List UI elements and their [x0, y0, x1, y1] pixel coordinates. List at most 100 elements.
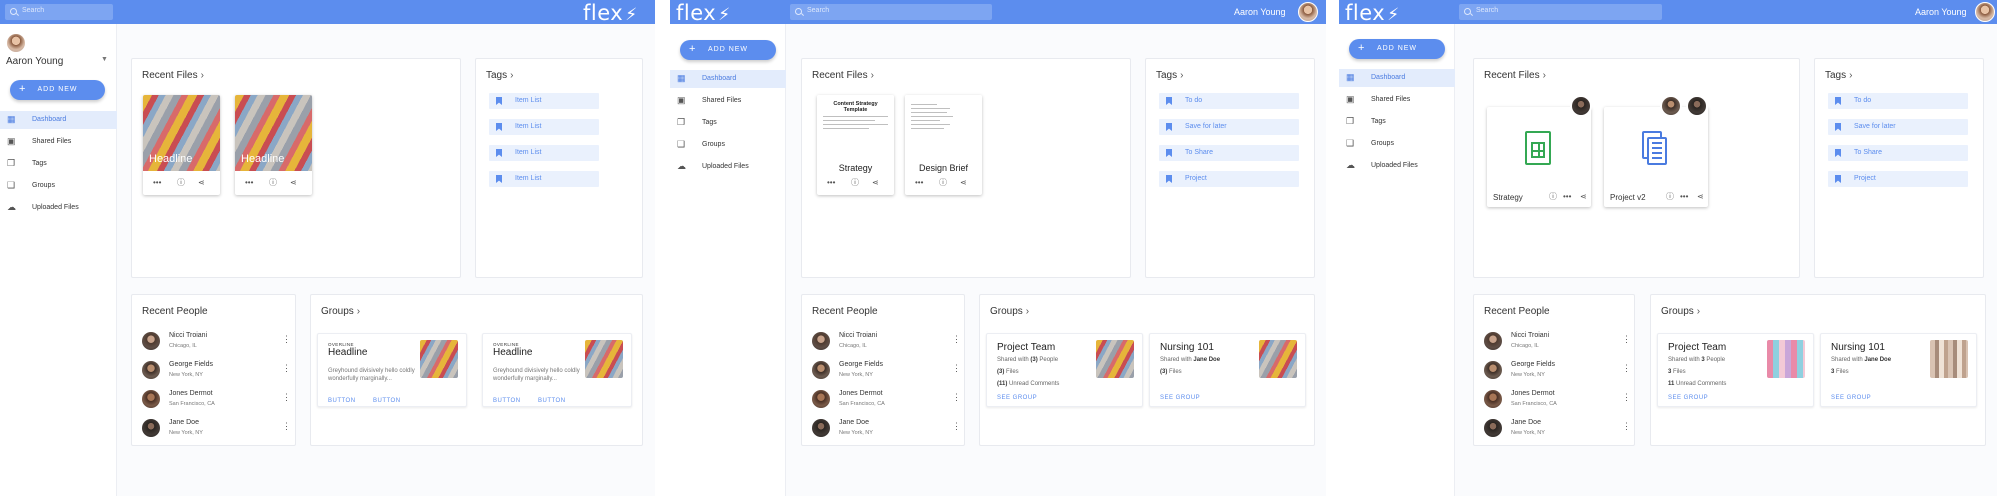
group-button-1[interactable]: BUTTON [493, 398, 521, 404]
more-vert-icon[interactable]: ⋮ [952, 422, 961, 431]
more-vert-icon[interactable]: ⋮ [282, 364, 291, 373]
add-new-button[interactable]: + ADD NEW [680, 40, 776, 60]
more-vert-icon[interactable]: ⋮ [952, 393, 961, 402]
sidebar-item-shared-files[interactable]: ▣ Shared Files [670, 92, 786, 110]
person-item[interactable]: Nicci Troiani Chicago, IL ⋮ [142, 329, 291, 355]
info-icon[interactable]: ⓘ [851, 179, 859, 187]
group-button-2[interactable]: BUTTON [373, 398, 401, 404]
more-icon[interactable]: ••• [153, 179, 161, 187]
sidebar-item-groups[interactable]: ❑ Groups [670, 136, 786, 154]
info-icon[interactable]: ⓘ [177, 179, 185, 187]
more-vert-icon[interactable]: ⋮ [1622, 335, 1631, 344]
more-icon[interactable]: ••• [245, 179, 253, 187]
tags-title[interactable]: Tags › [1156, 70, 1183, 81]
group-button-2[interactable]: BUTTON [538, 398, 566, 404]
file-tile[interactable]: Headline ••• ⓘ ⋖ [143, 95, 220, 195]
add-new-button[interactable]: + ADD NEW [10, 80, 105, 100]
more-vert-icon[interactable]: ⋮ [1622, 393, 1631, 402]
person-item[interactable]: Nicci Troiani Chicago, IL ⋮ [812, 329, 961, 355]
person-item[interactable]: Jane Doe New York, NY ⋮ [1484, 416, 1631, 442]
person-item[interactable]: George Fields New York, NY ⋮ [1484, 358, 1631, 384]
see-group-button[interactable]: SEE GROUP [1668, 395, 1708, 401]
share-icon[interactable]: ⋖ [960, 179, 967, 187]
tag-item[interactable]: Save for later [1159, 119, 1299, 135]
recent-files-title[interactable]: Recent Files › [1484, 70, 1546, 81]
person-item[interactable]: Jones Dermot San Francisco, CA ⋮ [142, 387, 291, 413]
sidebar-item-uploaded-files[interactable]: ☁ Uploaded Files [670, 158, 786, 176]
more-icon[interactable]: ••• [915, 179, 923, 187]
groups-title[interactable]: Groups › [321, 306, 360, 317]
sidebar-item-tags[interactable]: ❐ Tags [1339, 113, 1455, 131]
group-card[interactable]: OVERLINE Headline Greyhound divisively h… [482, 333, 632, 407]
more-vert-icon[interactable]: ⋮ [1622, 364, 1631, 373]
person-item[interactable]: Jones Dermot San Francisco, CA ⋮ [812, 387, 961, 413]
file-tile[interactable]: Content Strategy Template Strategy ••• ⓘ… [817, 95, 894, 195]
user-name[interactable]: Aaron Young [1234, 7, 1286, 17]
tag-item[interactable]: Item List [489, 171, 599, 187]
tags-title[interactable]: Tags › [486, 70, 513, 81]
person-item[interactable]: Jane Doe New York, NY ⋮ [812, 416, 961, 442]
search-input[interactable]: Search [5, 4, 113, 20]
more-vert-icon[interactable]: ⋮ [952, 335, 961, 344]
info-icon[interactable]: ⓘ [1666, 193, 1674, 201]
info-icon[interactable]: ⓘ [269, 179, 277, 187]
file-tile[interactable]: Design Brief ••• ⓘ ⋖ [905, 95, 982, 195]
user-name[interactable]: Aaron Young [6, 56, 63, 67]
file-tile[interactable]: Strategy ⓘ ••• ⋖ [1487, 107, 1591, 207]
info-icon[interactable]: ⓘ [1549, 193, 1557, 201]
groups-title[interactable]: Groups › [990, 306, 1029, 317]
recent-files-title[interactable]: Recent Files › [142, 70, 204, 81]
group-card[interactable]: Project Team Shared with 3 People 3 File… [1657, 333, 1814, 407]
sidebar-item-tags[interactable]: ❐ Tags [670, 114, 786, 132]
group-card[interactable]: OVERLINE Headline Greyhound divisively h… [317, 333, 467, 407]
person-item[interactable]: Jones Dermot San Francisco, CA ⋮ [1484, 387, 1631, 413]
file-tile[interactable]: Project v2 ⓘ ••• ⋖ [1604, 107, 1708, 207]
share-icon[interactable]: ⋖ [1697, 193, 1704, 201]
more-vert-icon[interactable]: ⋮ [1622, 422, 1631, 431]
tag-item[interactable]: Save for later [1828, 119, 1968, 135]
share-icon[interactable]: ⋖ [290, 179, 297, 187]
sidebar-item-uploaded-files[interactable]: ☁ Uploaded Files [0, 199, 117, 217]
tag-item[interactable]: Item List [489, 145, 599, 161]
group-card[interactable]: Nursing 101 Shared with Jane Doe 3 Files… [1820, 333, 1977, 407]
more-vert-icon[interactable]: ⋮ [282, 422, 291, 431]
more-icon[interactable]: ••• [1563, 193, 1571, 201]
search-input[interactable]: Search [1459, 4, 1662, 20]
flex-logo[interactable]: flex ⚡ [676, 1, 731, 25]
sidebar-item-shared-files[interactable]: ▣ Shared Files [1339, 91, 1455, 109]
more-icon[interactable]: ••• [1680, 193, 1688, 201]
tag-item[interactable]: Item List [489, 93, 599, 109]
tag-item[interactable]: Project [1828, 171, 1968, 187]
tag-item[interactable]: Project [1159, 171, 1299, 187]
avatar[interactable] [1975, 2, 1995, 22]
see-group-button[interactable]: SEE GROUP [997, 395, 1037, 401]
flex-logo[interactable]: flex ⚡ [583, 1, 638, 25]
see-group-button[interactable]: SEE GROUP [1160, 395, 1200, 401]
user-name[interactable]: Aaron Young [1915, 7, 1967, 17]
more-vert-icon[interactable]: ⋮ [282, 393, 291, 402]
tag-item[interactable]: Item List [489, 119, 599, 135]
file-tile[interactable]: Headline ••• ⓘ ⋖ [235, 95, 312, 195]
search-input[interactable]: Search [790, 4, 992, 20]
chevron-down-icon[interactable]: ▼ [101, 56, 108, 63]
person-item[interactable]: George Fields New York, NY ⋮ [812, 358, 961, 384]
sidebar-item-dashboard[interactable]: ▦ Dashboard [0, 111, 117, 129]
collaborator-avatar[interactable] [1660, 95, 1682, 117]
avatar[interactable] [7, 34, 25, 52]
collaborator-avatar[interactable] [1686, 95, 1708, 117]
person-item[interactable]: Nicci Troiani Chicago, IL ⋮ [1484, 329, 1631, 355]
sidebar-item-tags[interactable]: ❐ Tags [0, 155, 117, 173]
groups-title[interactable]: Groups › [1661, 306, 1700, 317]
person-item[interactable]: Jane Doe New York, NY ⋮ [142, 416, 291, 442]
sidebar-item-dashboard[interactable]: ▦ Dashboard [1339, 69, 1455, 87]
tag-item[interactable]: To do [1828, 93, 1968, 109]
sidebar-item-shared-files[interactable]: ▣ Shared Files [0, 133, 117, 151]
person-item[interactable]: George Fields New York, NY ⋮ [142, 358, 291, 384]
see-group-button[interactable]: SEE GROUP [1831, 395, 1871, 401]
sidebar-item-groups[interactable]: ❑ Groups [0, 177, 117, 195]
group-button-1[interactable]: BUTTON [328, 398, 356, 404]
group-card[interactable]: Project Team Shared with (3) People (3) … [986, 333, 1143, 407]
tag-item[interactable]: To Share [1828, 145, 1968, 161]
share-icon[interactable]: ⋖ [198, 179, 205, 187]
tag-item[interactable]: To do [1159, 93, 1299, 109]
